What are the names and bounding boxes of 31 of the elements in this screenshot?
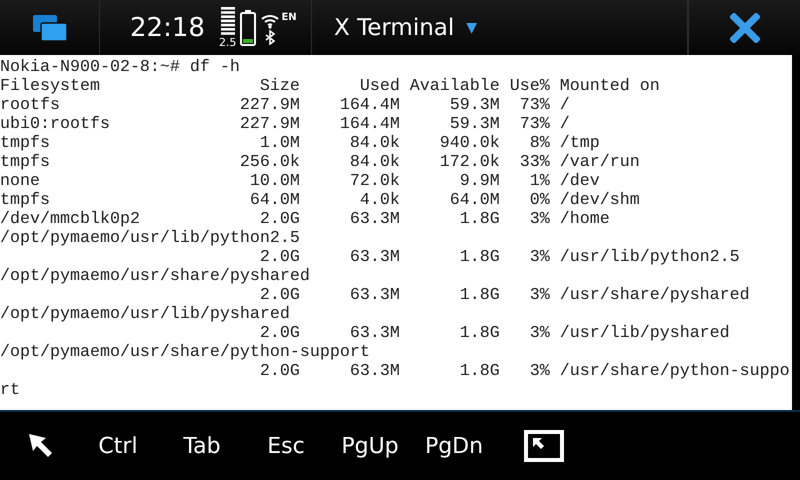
- app-title-menu[interactable]: X Terminal ▼: [334, 14, 478, 40]
- input-language: EN: [281, 12, 297, 23]
- terminal-line: 2.0G 63.3M 1.8G 3% /usr/share/python-support: [0, 362, 790, 400]
- key-button[interactable]: Tab: [160, 434, 244, 458]
- close-icon[interactable]: [730, 12, 760, 42]
- terminal-line: 2.0G 63.3M 1.8G 3% /usr/lib/python2.5: [258, 248, 741, 267]
- terminal-line: ubi0:rootfs 227.9M 164.4M 59.3M 73% /: [0, 115, 571, 134]
- key-button[interactable]: Ctrl: [76, 434, 160, 458]
- terminal-line: /opt/pymaemo/usr/share/pyshared: [0, 267, 311, 286]
- terminal-line: 2.0G 63.3M 1.8G 3% /usr/lib/pyshared: [258, 324, 731, 343]
- terminal-line: tmpfs 1.0M 84.0k 940.0k 8% /tmp: [0, 134, 601, 153]
- network-type: 2.5: [218, 37, 236, 48]
- terminal-line: Filesystem Size Used Available Use% Mounted on: [0, 77, 661, 96]
- key-button[interactable]: PgDn: [412, 434, 496, 458]
- fullscreen-icon[interactable]: [524, 430, 564, 462]
- key-button[interactable]: Esc: [244, 434, 328, 458]
- battery-icon: [240, 10, 256, 46]
- terminal-line: rootfs 227.9M 164.4M 59.3M 73% /: [0, 96, 571, 115]
- terminal-line: none 10.0M 72.0k 9.9M 1% /dev: [0, 172, 601, 191]
- task-switcher-icon[interactable]: [32, 14, 68, 42]
- key-button[interactable]: PgUp: [328, 434, 412, 458]
- terminal-line: /opt/pymaemo/usr/share/python-support: [0, 343, 371, 362]
- clock: 22:18: [130, 12, 205, 42]
- terminal-line: 2.0G 63.3M 1.8G 3% /usr/share/pyshared: [258, 286, 751, 305]
- terminal-line: Nokia-N900-02-8:~# df -h: [0, 58, 241, 77]
- signal-bars-icon: [220, 7, 235, 37]
- terminal-line: /dev/mmcblk0p2 2.0G 63.3M 1.8G 3% /home: [0, 210, 611, 229]
- terminal-line: tmpfs 256.0k 84.0k 172.0k 33% /var/run: [0, 153, 641, 172]
- terminal-line: /opt/pymaemo/usr/lib/python2.5: [0, 229, 301, 248]
- terminal-line: tmpfs 64.0M 4.0k 64.0M 0% /dev/shm: [0, 191, 641, 210]
- terminal-line: /opt/pymaemo/usr/lib/pyshared: [0, 305, 291, 324]
